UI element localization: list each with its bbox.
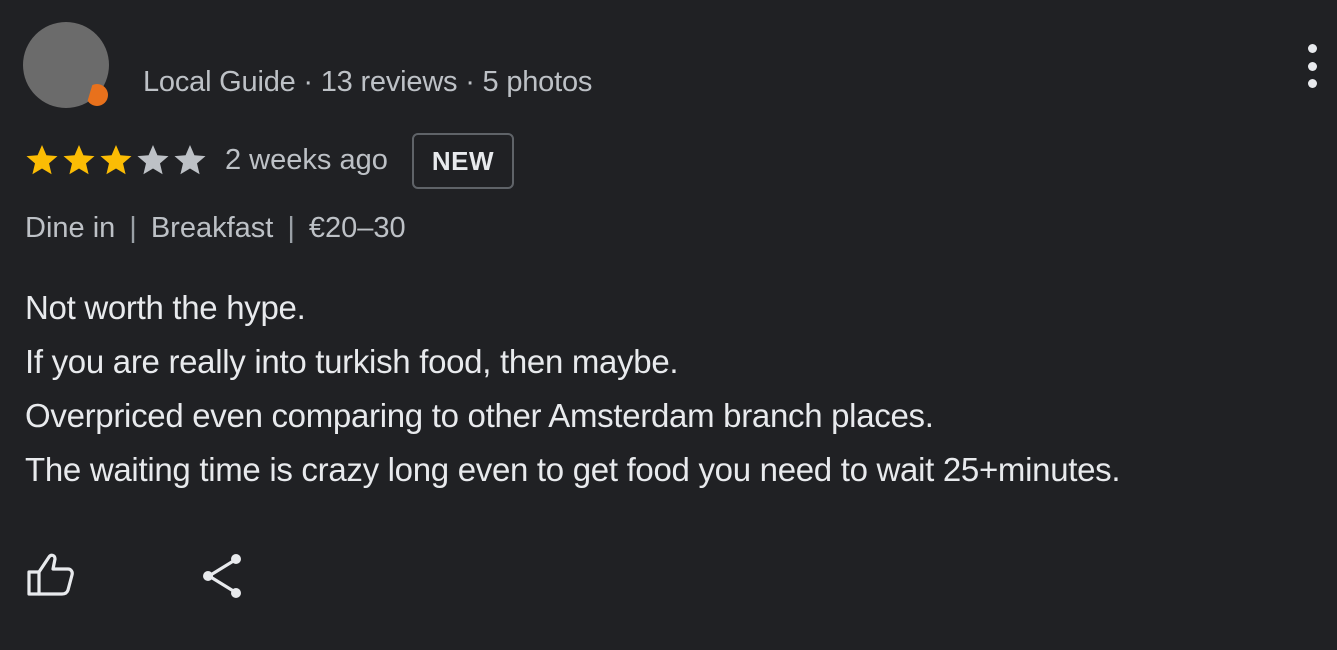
rating-row: 2 weeks ago NEW — [24, 133, 514, 189]
review-tag: €20–30 — [308, 212, 406, 244]
review-text-line: If you are really into turkish food, the… — [25, 343, 679, 380]
star-filled-icon — [98, 142, 135, 178]
share-icon — [203, 554, 241, 598]
thumb-up-icon — [27, 553, 74, 596]
tag-separator: | — [287, 212, 295, 244]
more-vert-icon — [1307, 44, 1317, 53]
like-button[interactable] — [24, 550, 78, 600]
star-rating — [24, 142, 209, 178]
tag-separator: | — [129, 212, 137, 244]
review-text: Not worth the hype. If you are really int… — [25, 281, 1121, 497]
star-filled-icon — [24, 142, 61, 178]
star-filled-icon — [61, 142, 98, 178]
more-vert-icon-dot — [1307, 61, 1317, 71]
review-date: 2 weeks ago — [225, 143, 388, 176]
star-empty-icon — [135, 142, 172, 178]
review-text-line: Overpriced even comparing to other Amste… — [25, 397, 934, 434]
review-tag: Breakfast — [150, 212, 274, 244]
review-card: Local Guide · 13 reviews · 5 photos 2 we… — [0, 0, 1337, 650]
share-button[interactable] — [200, 552, 246, 600]
star-empty-icon — [172, 142, 209, 178]
new-badge: NEW — [411, 133, 514, 189]
more-options-button[interactable] — [1296, 40, 1328, 92]
review-tag: Dine in — [25, 212, 116, 244]
more-vert-icon-dot — [1307, 79, 1317, 88]
review-text-line: The waiting time is crazy long even to g… — [25, 451, 1121, 488]
review-tags: Dine in | Breakfast | €20–30 — [25, 212, 406, 245]
review-text-line: Not worth the hype. — [25, 289, 306, 326]
author-meta: Local Guide · 13 reviews · 5 photos — [143, 66, 593, 98]
